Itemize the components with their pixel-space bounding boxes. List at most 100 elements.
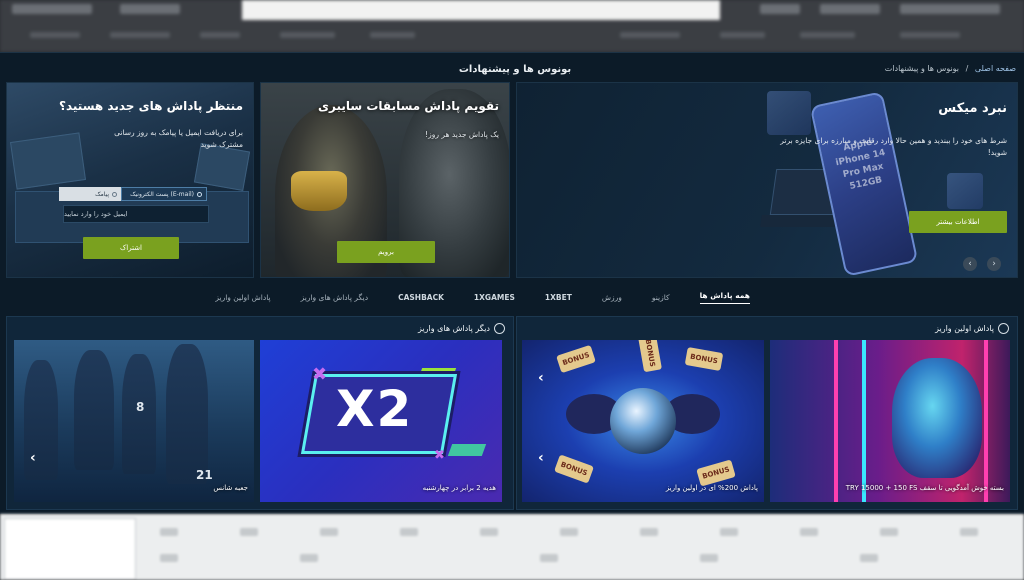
- breadcrumb-current: بونوس ها و پیشنهادات: [884, 64, 960, 73]
- header-item-blur: [120, 4, 180, 14]
- sms-option-label: پیامک: [95, 190, 109, 198]
- tab-first-deposit-bonus[interactable]: پاداش اولین واریز: [215, 293, 270, 302]
- section-title-text: پاداش اولین واریز: [935, 324, 994, 333]
- x-mark-icon: ✖: [312, 364, 328, 385]
- footer-item-blur: [880, 528, 898, 536]
- chevron-left-icon[interactable]: ‹: [538, 370, 544, 386]
- tab-all-bonuses[interactable]: همه پاداش ها: [699, 291, 750, 304]
- player-illustration: [74, 350, 114, 470]
- cybersport-banner: تقویم پاداش مسابقات سایبری یک پاداش جدید…: [260, 82, 510, 278]
- tab-1xgames[interactable]: 1XGAMES: [474, 293, 515, 302]
- footer-item-blur: [400, 528, 418, 536]
- email-option[interactable]: پست الکترونیک (E-mail): [121, 187, 207, 201]
- x2-art-text: X2: [336, 380, 414, 438]
- logo-blur: [12, 4, 92, 14]
- newsletter-banner: منتظر پاداش های جدید هستید؟ برای دریافت …: [6, 82, 254, 278]
- radio-icon: [112, 191, 117, 197]
- player-illustration: [122, 354, 156, 474]
- player-number: 8: [136, 400, 145, 414]
- bonus-ticket-illustration: BONUS: [638, 340, 662, 373]
- prize-box-illustration: [767, 91, 811, 135]
- nav-item-blur: [30, 32, 80, 38]
- battle-mix-banner: Apple iPhone 14 Pro Max 512GB نبرد میکس …: [516, 82, 1018, 278]
- card-caption: جعبه شانس: [213, 484, 248, 492]
- cybersport-description: یک پاداش جدید هر روز!: [425, 130, 499, 139]
- carousel-prev-button[interactable]: ‹: [963, 257, 977, 271]
- battle-mix-description: شرط های خود را ببندید و همین حالا وارد ر…: [780, 136, 1007, 157]
- section-title: پاداش اولین واریز: [935, 323, 1009, 334]
- section-title-text: دیگر پاداش های واریز: [418, 324, 490, 333]
- nav-item-blur: [110, 32, 170, 38]
- fighter-mask-illustration: [291, 171, 347, 211]
- footer-item-blur: [960, 528, 978, 536]
- chevron-left-icon: ‹: [968, 259, 972, 269]
- footer-item-blur: [720, 528, 738, 536]
- bonus-ticket-illustration: BONUS: [684, 347, 724, 371]
- newsletter-title: منتظر پاداش های جدید هستید؟: [59, 99, 243, 113]
- subscribe-button[interactable]: اشتراک: [83, 237, 179, 259]
- tab-sport[interactable]: ورزش: [602, 293, 622, 302]
- sms-option[interactable]: پیامک: [59, 187, 121, 201]
- chevron-right-icon: ›: [992, 259, 996, 269]
- player-illustration: [166, 344, 208, 484]
- email-input[interactable]: ایمیل خود را وارد نمایید: [63, 205, 209, 223]
- chevron-left-icon[interactable]: ‹: [538, 450, 544, 466]
- breadcrumb-home-link[interactable]: صفحه اصلی: [975, 64, 1016, 73]
- search-bar[interactable]: [242, 0, 720, 20]
- footer-item-blur: [540, 554, 558, 562]
- nav-item-blur: [620, 32, 680, 38]
- subscribe-method-toggle: پیامک پست الکترونیک (E-mail): [59, 187, 207, 201]
- breadcrumb-separator: /: [965, 64, 969, 73]
- bonus-card-lucky-box[interactable]: 8 21 ‹ جعبه شانس: [14, 340, 254, 502]
- footer-item-blur: [320, 528, 338, 536]
- bonus-card-welcome-pack[interactable]: بسته خوش آمدگویی تا سقف TRY 15000 + 150 …: [770, 340, 1010, 502]
- footer-item-blur: [560, 528, 578, 536]
- bonus-icon: [998, 323, 1009, 334]
- go-button[interactable]: برویم: [337, 241, 435, 263]
- chevron-left-icon[interactable]: ‹: [30, 450, 36, 466]
- phone-illustration: Apple iPhone 14 Pro Max 512GB: [809, 91, 919, 277]
- carousel-next-button[interactable]: ›: [987, 257, 1001, 271]
- nav-item-blur: [280, 32, 335, 38]
- radio-icon: [197, 191, 202, 197]
- page-footer-blurred: [0, 514, 1024, 580]
- header-item-blur: [820, 4, 880, 14]
- footer-item-blur: [800, 528, 818, 536]
- header-item-blur: [900, 4, 1000, 14]
- bonus-ticket-illustration: BONUS: [696, 459, 736, 487]
- nav-item-blur: [370, 32, 415, 38]
- more-info-button[interactable]: اطلاعات بیشتر: [909, 211, 1007, 233]
- woman-portrait-illustration: [892, 358, 982, 478]
- soccer-ball-illustration: [610, 388, 676, 454]
- envelope-illustration: [10, 132, 86, 190]
- bonus-ticket-illustration: BONUS: [554, 454, 594, 484]
- footer-item-blur: [480, 528, 498, 536]
- bonus-icon: [494, 323, 505, 334]
- nav-item-blur: [720, 32, 765, 38]
- card-caption: بسته خوش آمدگویی تا سقف TRY 15000 + 150 …: [845, 484, 1004, 492]
- footer-item-blur: [160, 554, 178, 562]
- tab-casino[interactable]: کازینو: [652, 293, 670, 302]
- section-title: دیگر پاداش های واریز: [418, 323, 505, 334]
- battle-mix-title: نبرد میکس: [938, 101, 1007, 116]
- bonus-card-200-percent[interactable]: BONUS BONUS BONUS BONUS BONUS ‹ ‹ پاداش …: [522, 340, 764, 502]
- tab-other-deposit-bonuses[interactable]: دیگر پاداش های واریز: [301, 293, 368, 302]
- nav-item-blur: [200, 32, 240, 38]
- tab-cashback[interactable]: CASHBACK: [398, 293, 444, 302]
- email-option-label: پست الکترونیک (E-mail): [130, 190, 194, 198]
- bonus-category-tabs: همه پاداش ها کازینو ورزش 1XBET 1XGAMES C…: [215, 290, 750, 304]
- neon-light: [862, 340, 866, 502]
- footer-item-blur: [640, 528, 658, 536]
- footer-item-blur: [240, 528, 258, 536]
- footer-item-blur: [300, 554, 318, 562]
- decor-streak: [447, 444, 487, 456]
- page-title: بونوس ها و پیشنهادات: [458, 64, 572, 75]
- tab-1xbet[interactable]: 1XBET: [545, 293, 572, 302]
- breadcrumb: صفحه اصلی / بونوس ها و پیشنهادات: [881, 64, 1016, 73]
- bonus-card-x2-wednesday[interactable]: X2 ✖ ✖ هدیه 2 برابر در چهارشنبه: [260, 340, 502, 502]
- card-caption: پاداش 200% ای در اولین واریز: [665, 484, 758, 492]
- footer-box-blur: [4, 518, 136, 580]
- newsletter-description: برای دریافت ایمیل یا پیامک به روز رسانی …: [114, 128, 243, 149]
- player-number: 21: [196, 468, 213, 482]
- bonus-ticket-illustration: BONUS: [556, 344, 596, 374]
